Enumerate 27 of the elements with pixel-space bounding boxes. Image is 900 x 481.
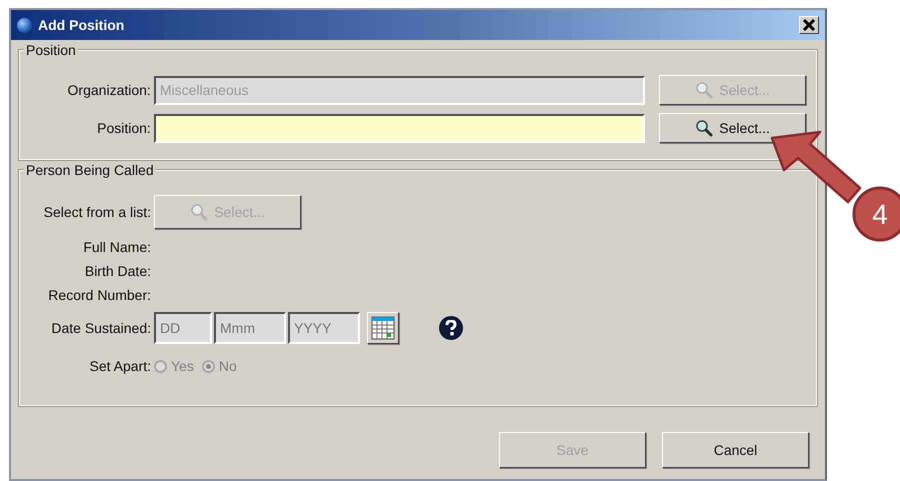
field-label: Set Apart:: [88, 357, 152, 376]
field-label: Select from a list:: [42, 202, 152, 222]
info-label: Birth Date:: [84, 262, 152, 281]
info-label: Full Name:: [82, 238, 152, 257]
calendar-button[interactable]: [367, 312, 399, 344]
search-icon: [695, 81, 714, 99]
group-legend: Position: [24, 42, 78, 58]
info-label: Record Number:: [47, 286, 152, 305]
dialog-button[interactable]: Cancel: [662, 432, 809, 468]
field-label: Position:: [96, 118, 152, 138]
close-button[interactable]: [799, 16, 819, 34]
select-button[interactable]: Select...: [659, 113, 806, 143]
app-icon: [17, 18, 32, 32]
field-label: Organization:: [66, 80, 152, 100]
search-icon: [695, 119, 714, 137]
radio-label: No: [218, 357, 237, 376]
text-field[interactable]: [154, 114, 646, 142]
window-title: Add Position: [38, 16, 124, 34]
calendar-icon: [371, 316, 395, 340]
help-icon[interactable]: [439, 316, 463, 340]
step-badge: [852, 186, 900, 242]
field-label: Date Sustained:: [50, 318, 152, 338]
step-number: 4: [872, 199, 888, 230]
radio-label: Yes: [171, 357, 194, 376]
close-icon: [803, 19, 815, 31]
search-icon: [190, 203, 208, 221]
group-legend: Person Being Called: [24, 162, 156, 178]
